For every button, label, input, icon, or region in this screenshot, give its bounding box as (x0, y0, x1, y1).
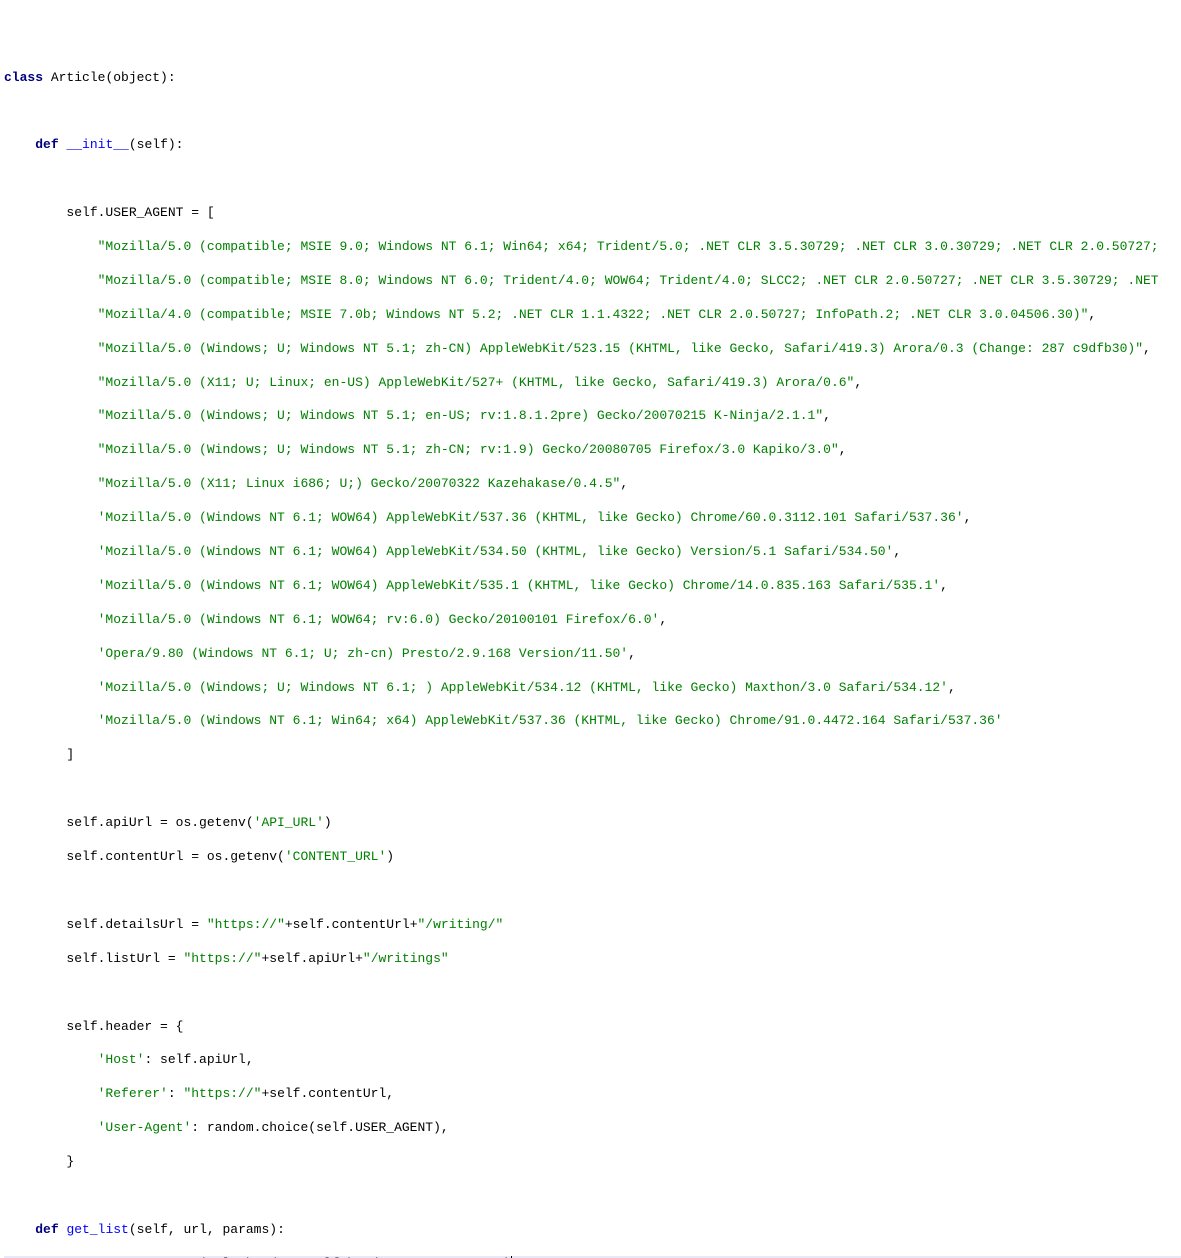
function-name: get_list (66, 1222, 128, 1237)
string-literal: "https://" (207, 917, 285, 932)
code-line: self.detailsUrl = "https://"+self.conten… (4, 917, 1181, 934)
code-line: "Mozilla/5.0 (compatible; MSIE 8.0; Wind… (4, 273, 1181, 290)
string-literal: "Mozilla/5.0 (X11; Linux i686; U;) Gecko… (98, 476, 621, 491)
code-line: } (4, 1154, 1181, 1171)
close-bracket: ] (66, 747, 74, 762)
string-literal: 'Mozilla/5.0 (Windows NT 6.1; WOW64) App… (98, 544, 894, 559)
string-literal: "https://" (183, 951, 261, 966)
code-line: def __init__(self): (4, 137, 1181, 154)
string-literal: "/writing/" (418, 917, 504, 932)
code-line: "Mozilla/5.0 (Windows; U; Windows NT 5.1… (4, 341, 1181, 358)
code-line: 'User-Agent': random.choice(self.USER_AG… (4, 1120, 1181, 1137)
code-line: "Mozilla/5.0 (Windows; U; Windows NT 5.1… (4, 442, 1181, 459)
code-text: self.detailsUrl = (66, 917, 206, 932)
highlighted-line: re = requests.get(url, headers=self.head… (4, 1256, 1181, 1258)
class-base: (object): (105, 70, 175, 85)
code-line: 'Mozilla/5.0 (Windows NT 6.1; WOW64) App… (4, 510, 1181, 527)
string-literal: "Mozilla/5.0 (compatible; MSIE 9.0; Wind… (98, 239, 1159, 254)
code-line: 'Referer': "https://"+self.contentUrl, (4, 1086, 1181, 1103)
code-line: self.contentUrl = os.getenv('CONTENT_URL… (4, 849, 1181, 866)
code-line: 'Mozilla/5.0 (Windows NT 6.1; WOW64) App… (4, 544, 1181, 561)
code-text: ) (386, 849, 394, 864)
code-text: re = requests.get(url, headers=self.head… (66, 1256, 511, 1258)
code-line: "Mozilla/5.0 (X11; Linux i686; U;) Gecko… (4, 476, 1181, 493)
code-line: 'Opera/9.80 (Windows NT 6.1; U; zh-cn) P… (4, 646, 1181, 663)
text-cursor (511, 1256, 512, 1258)
string-literal: "Mozilla/4.0 (compatible; MSIE 7.0b; Win… (98, 307, 1089, 322)
string-literal: 'Mozilla/5.0 (Windows; U; Windows NT 6.1… (98, 680, 948, 695)
string-literal: 'Mozilla/5.0 (Windows NT 6.1; WOW64; rv:… (98, 612, 660, 627)
string-literal: "Mozilla/5.0 (Windows; U; Windows NT 5.1… (98, 442, 839, 457)
keyword: def (35, 137, 58, 152)
code-line: class Article(object): (4, 70, 1181, 87)
string-literal: "/writings" (363, 951, 449, 966)
string-literal: 'Opera/9.80 (Windows NT 6.1; U; zh-cn) P… (98, 646, 629, 661)
code-text: +self.contentUrl+ (285, 917, 418, 932)
function-name: __init__ (66, 137, 128, 152)
code-text: self.apiUrl = os.getenv( (66, 815, 253, 830)
assignment: self.USER_AGENT = [ (66, 205, 214, 220)
code-line: 'Mozilla/5.0 (Windows NT 6.1; WOW64) App… (4, 578, 1181, 595)
params: (self): (129, 137, 184, 152)
code-line: "Mozilla/5.0 (X11; U; Linux; en-US) Appl… (4, 375, 1181, 392)
string-literal: "Mozilla/5.0 (X11; U; Linux; en-US) Appl… (98, 375, 855, 390)
params: (self, url, params): (129, 1222, 285, 1237)
string-literal: "https://" (183, 1086, 261, 1101)
string-literal: "Mozilla/5.0 (Windows; U; Windows NT 5.1… (98, 341, 1143, 356)
code-editor[interactable]: class Article(object): def __init__(self… (4, 70, 1181, 1258)
code-line: self.listUrl = "https://"+self.apiUrl+"/… (4, 951, 1181, 968)
code-text: +self.apiUrl+ (261, 951, 362, 966)
code-text: self.header = { (66, 1019, 183, 1034)
string-literal: 'CONTENT_URL' (285, 849, 386, 864)
string-literal: 'Referer' (98, 1086, 168, 1101)
code-text: ) (324, 815, 332, 830)
code-line: "Mozilla/5.0 (compatible; MSIE 9.0; Wind… (4, 239, 1181, 256)
class-name: Article (51, 70, 106, 85)
code-line: re = requests.get(url, headers=self.head… (4, 1256, 512, 1258)
code-line: 'Mozilla/5.0 (Windows NT 6.1; Win64; x64… (4, 713, 1181, 730)
string-literal: "Mozilla/5.0 (Windows; U; Windows NT 5.1… (98, 408, 824, 423)
code-text: self.listUrl = (66, 951, 183, 966)
code-text: +self.contentUrl, (261, 1086, 394, 1101)
keyword: class (4, 70, 43, 85)
code-line: 'Mozilla/5.0 (Windows; U; Windows NT 6.1… (4, 680, 1181, 697)
code-text: : self.apiUrl, (144, 1052, 253, 1067)
code-line: def get_list(self, url, params): (4, 1222, 1181, 1239)
code-line: 'Mozilla/5.0 (Windows NT 6.1; WOW64; rv:… (4, 612, 1181, 629)
code-line: ] (4, 747, 1181, 764)
code-text: : (168, 1086, 184, 1101)
code-text: : random.choice(self.USER_AGENT), (191, 1120, 448, 1135)
code-line: "Mozilla/5.0 (Windows; U; Windows NT 5.1… (4, 408, 1181, 425)
string-literal: "Mozilla/5.0 (compatible; MSIE 8.0; Wind… (98, 273, 1159, 288)
code-line: self.USER_AGENT = [ (4, 205, 1181, 222)
code-text: self.contentUrl = os.getenv( (66, 849, 284, 864)
code-line: self.apiUrl = os.getenv('API_URL') (4, 815, 1181, 832)
code-line: "Mozilla/4.0 (compatible; MSIE 7.0b; Win… (4, 307, 1181, 324)
string-literal: 'Host' (98, 1052, 145, 1067)
string-literal: 'API_URL' (254, 815, 324, 830)
code-line: self.header = { (4, 1019, 1181, 1036)
code-line: 'Host': self.apiUrl, (4, 1052, 1181, 1069)
string-literal: 'Mozilla/5.0 (Windows NT 6.1; Win64; x64… (98, 713, 1003, 728)
string-literal: 'Mozilla/5.0 (Windows NT 6.1; WOW64) App… (98, 578, 941, 593)
keyword: def (35, 1222, 58, 1237)
string-literal: 'Mozilla/5.0 (Windows NT 6.1; WOW64) App… (98, 510, 964, 525)
code-text: } (66, 1154, 74, 1169)
string-literal: 'User-Agent' (98, 1120, 192, 1135)
